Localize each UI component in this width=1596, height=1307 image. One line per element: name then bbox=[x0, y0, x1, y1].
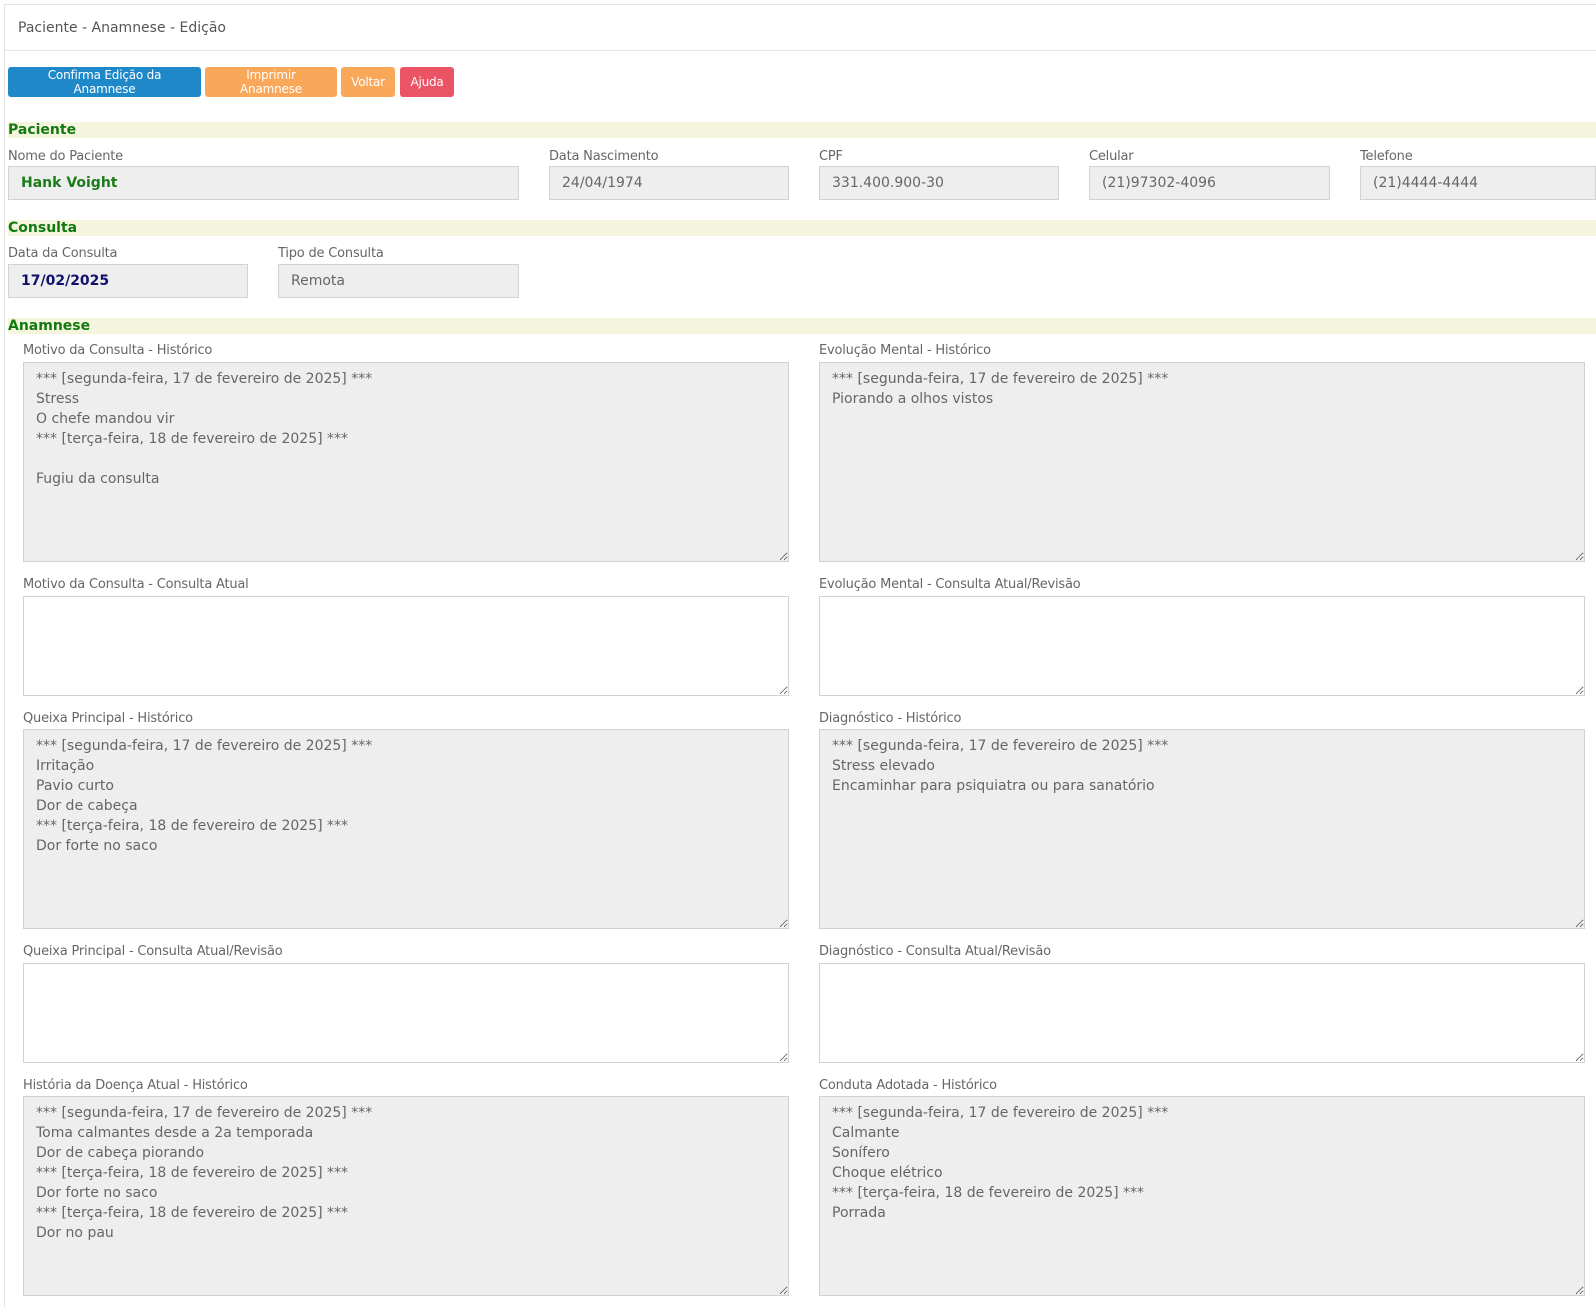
evolucao-hist-textarea[interactable]: *** [segunda-feira, 17 de fevereiro de 2… bbox=[819, 362, 1585, 562]
queixa-hist-label: Queixa Principal - Histórico bbox=[23, 711, 193, 726]
section-bar-anamnese bbox=[8, 318, 1596, 334]
queixa-hist-textarea[interactable]: *** [segunda-feira, 17 de fevereiro de 2… bbox=[23, 729, 789, 929]
section-title-anamnese: Anamnese bbox=[8, 318, 91, 334]
diagnostico-hist-label: Diagnóstico - Histórico bbox=[819, 711, 962, 726]
motivo-atual-label: Motivo da Consulta - Consulta Atual bbox=[23, 577, 249, 592]
evolucao-hist-label: Evolução Mental - Histórico bbox=[819, 343, 991, 358]
historia-hist-textarea[interactable]: *** [segunda-feira, 17 de fevereiro de 2… bbox=[23, 1096, 789, 1296]
phone-field[interactable]: (21)4444-4444 bbox=[1360, 166, 1596, 200]
section-title-consulta: Consulta bbox=[8, 220, 78, 236]
motivo-atual-textarea[interactable] bbox=[23, 596, 789, 696]
evolucao-atual-textarea[interactable] bbox=[819, 596, 1585, 696]
consultation-date-label: Data da Consulta bbox=[8, 246, 118, 261]
mobile-label: Celular bbox=[1089, 149, 1134, 164]
evolucao-atual-label: Evolução Mental - Consulta Atual/Revisão bbox=[819, 577, 1081, 592]
cpf-label: CPF bbox=[819, 149, 843, 164]
confirm-edit-button[interactable]: Confirma Edição da Anamnese bbox=[8, 67, 201, 97]
help-button[interactable]: Ajuda bbox=[400, 67, 454, 97]
phone-label: Telefone bbox=[1360, 149, 1413, 164]
diagnostico-atual-label: Diagnóstico - Consulta Atual/Revisão bbox=[819, 944, 1051, 959]
conduta-hist-label: Conduta Adotada - Histórico bbox=[819, 1078, 997, 1093]
section-bar-paciente bbox=[8, 122, 1596, 138]
queixa-atual-label: Queixa Principal - Consulta Atual/Revisã… bbox=[23, 944, 283, 959]
motivo-hist-textarea[interactable]: *** [segunda-feira, 17 de fevereiro de 2… bbox=[23, 362, 789, 562]
mobile-field[interactable]: (21)97302-4096 bbox=[1089, 166, 1330, 200]
consultation-type-field[interactable]: Remota bbox=[278, 264, 519, 298]
motivo-hist-label: Motivo da Consulta - Histórico bbox=[23, 343, 213, 358]
section-bar-consulta bbox=[8, 220, 1596, 236]
patient-name-label: Nome do Paciente bbox=[8, 149, 123, 164]
conduta-hist-textarea[interactable]: *** [segunda-feira, 17 de fevereiro de 2… bbox=[819, 1096, 1585, 1296]
page-header: Paciente - Anamnese - Edição bbox=[4, 4, 1596, 51]
cpf-field[interactable]: 331.400.900-30 bbox=[819, 166, 1059, 200]
page-title: Paciente - Anamnese - Edição bbox=[18, 20, 226, 36]
patient-name-field[interactable]: Hank Voight bbox=[8, 166, 519, 200]
diagnostico-hist-textarea[interactable]: *** [segunda-feira, 17 de fevereiro de 2… bbox=[819, 729, 1585, 929]
section-title-paciente: Paciente bbox=[8, 122, 77, 138]
print-anamnese-button[interactable]: Imprimir Anamnese bbox=[205, 67, 337, 97]
historia-hist-label: História da Doença Atual - Histórico bbox=[23, 1078, 248, 1093]
birth-date-label: Data Nascimento bbox=[549, 149, 659, 164]
birth-date-field[interactable]: 24/04/1974 bbox=[549, 166, 789, 200]
queixa-atual-textarea[interactable] bbox=[23, 963, 789, 1063]
consultation-date-field[interactable]: 17/02/2025 bbox=[8, 264, 248, 298]
consultation-type-label: Tipo de Consulta bbox=[278, 246, 384, 261]
diagnostico-atual-textarea[interactable] bbox=[819, 963, 1585, 1063]
back-button[interactable]: Voltar bbox=[341, 67, 395, 97]
